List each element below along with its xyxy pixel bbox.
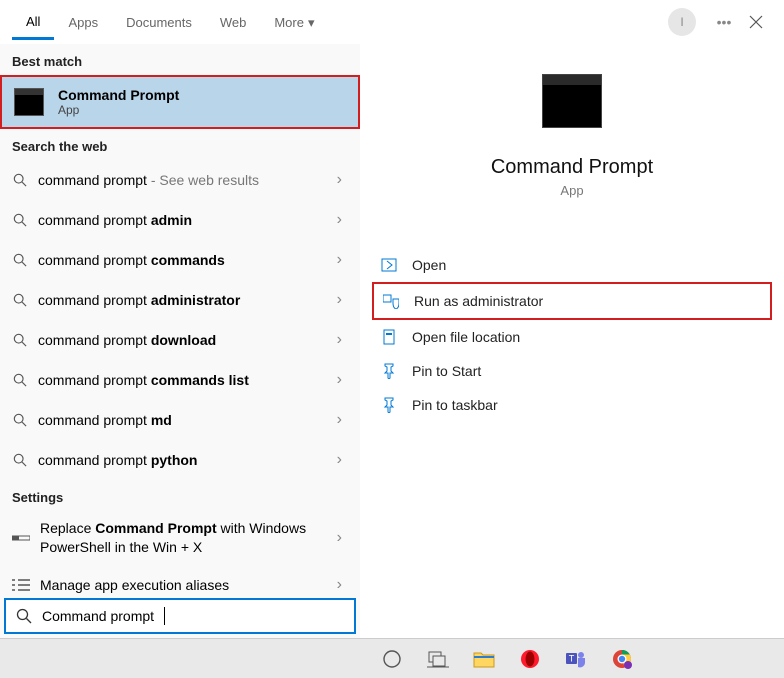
chevron-right-icon: › xyxy=(337,576,348,594)
settings-item-label: Manage app execution aliases xyxy=(40,577,327,593)
toggle-icon xyxy=(12,531,30,545)
action-open-file-location[interactable]: Open file location xyxy=(372,320,772,354)
web-result-item[interactable]: command prompt md › xyxy=(0,400,360,440)
search-icon xyxy=(12,292,28,308)
taskbar-file-explorer-icon[interactable] xyxy=(472,647,496,671)
web-result-item[interactable]: command prompt administrator › xyxy=(0,280,360,320)
search-icon xyxy=(12,252,28,268)
web-result-item[interactable]: command prompt commands › xyxy=(0,240,360,280)
tab-more[interactable]: More ▾ xyxy=(260,5,328,39)
taskbar-cortana-icon[interactable] xyxy=(380,647,404,671)
action-open[interactable]: Open xyxy=(372,248,772,282)
tab-more-label: More xyxy=(274,15,304,30)
chevron-right-icon: › xyxy=(337,331,348,349)
section-search-web: Search the web xyxy=(0,129,360,160)
tab-all[interactable]: All xyxy=(12,4,54,40)
preview-title: Command Prompt xyxy=(491,156,653,179)
web-result-text: command prompt python xyxy=(38,452,327,468)
preview-sub: App xyxy=(560,183,583,198)
close-icon xyxy=(749,15,763,29)
web-result-text: command prompt download xyxy=(38,332,327,348)
web-result-item[interactable]: command prompt - See web results › xyxy=(0,160,360,200)
chevron-right-icon: › xyxy=(337,251,348,269)
settings-item-label: Replace Command Prompt with Windows Powe… xyxy=(40,519,327,557)
open-icon xyxy=(380,256,398,274)
web-result-text: command prompt commands xyxy=(38,252,327,268)
chevron-right-icon: › xyxy=(337,211,348,229)
chevron-right-icon: › xyxy=(337,529,348,547)
web-result-text: command prompt commands list xyxy=(38,372,327,388)
search-bar[interactable]: Command prompt xyxy=(4,598,356,634)
search-icon xyxy=(12,212,28,228)
shield-icon xyxy=(382,292,400,310)
folder-icon xyxy=(380,328,398,346)
close-button[interactable] xyxy=(740,6,772,38)
chevron-down-icon: ▾ xyxy=(308,15,315,31)
svg-text:T: T xyxy=(569,653,575,663)
action-pin-taskbar[interactable]: Pin to taskbar xyxy=(372,388,772,422)
search-icon xyxy=(12,172,28,188)
command-prompt-icon xyxy=(14,88,44,116)
settings-item-replace-cmd[interactable]: Replace Command Prompt with Windows Powe… xyxy=(0,511,360,565)
web-result-item[interactable]: command prompt admin › xyxy=(0,200,360,240)
preview-panel: Command Prompt App Open Run as administr… xyxy=(360,44,784,638)
chevron-right-icon: › xyxy=(337,371,348,389)
aliases-icon xyxy=(12,578,30,592)
chevron-right-icon: › xyxy=(337,291,348,309)
web-result-item[interactable]: command prompt download › xyxy=(0,320,360,360)
results-panel: Best match Command Prompt App Search the… xyxy=(0,44,360,638)
action-label: Open file location xyxy=(412,329,520,345)
best-match-title: Command Prompt xyxy=(58,87,179,103)
chevron-right-icon: › xyxy=(337,411,348,429)
best-match-sub: App xyxy=(58,103,179,117)
web-result-text: command prompt md xyxy=(38,412,327,428)
action-label: Pin to taskbar xyxy=(412,397,498,413)
action-label: Pin to Start xyxy=(412,363,481,379)
web-result-text: command prompt - See web results xyxy=(38,172,327,188)
action-pin-start[interactable]: Pin to Start xyxy=(372,354,772,388)
chevron-right-icon: › xyxy=(337,451,348,469)
section-settings: Settings xyxy=(0,480,360,511)
web-result-item[interactable]: command prompt commands list › xyxy=(0,360,360,400)
web-result-text: command prompt admin xyxy=(38,212,327,228)
pin-taskbar-icon xyxy=(380,396,398,414)
search-icon xyxy=(12,452,28,468)
search-icon xyxy=(12,372,28,388)
taskbar-task-view-icon[interactable] xyxy=(426,647,450,671)
web-result-text: command prompt administrator xyxy=(38,292,327,308)
best-match-item[interactable]: Command Prompt App xyxy=(0,75,360,129)
overflow-menu[interactable]: ••• xyxy=(708,14,740,30)
search-icon xyxy=(12,332,28,348)
text-cursor xyxy=(164,607,165,625)
search-icon xyxy=(16,608,32,624)
action-label: Open xyxy=(412,257,446,273)
section-best-match: Best match xyxy=(0,44,360,75)
chevron-right-icon: › xyxy=(337,171,348,189)
command-prompt-icon xyxy=(542,74,602,128)
tab-documents[interactable]: Documents xyxy=(112,5,206,38)
web-result-item[interactable]: command prompt python › xyxy=(0,440,360,480)
taskbar-chrome-icon[interactable] xyxy=(610,647,634,671)
search-text: Command prompt xyxy=(42,608,154,624)
taskbar-teams-icon[interactable]: T xyxy=(564,647,588,671)
tab-apps[interactable]: Apps xyxy=(54,5,112,38)
user-avatar[interactable]: I xyxy=(668,8,696,36)
action-run-administrator[interactable]: Run as administrator xyxy=(372,282,772,320)
taskbar: T xyxy=(0,638,784,678)
action-label: Run as administrator xyxy=(414,293,543,309)
search-icon xyxy=(12,412,28,428)
taskbar-opera-icon[interactable] xyxy=(518,647,542,671)
pin-icon xyxy=(380,362,398,380)
tab-web[interactable]: Web xyxy=(206,5,261,38)
